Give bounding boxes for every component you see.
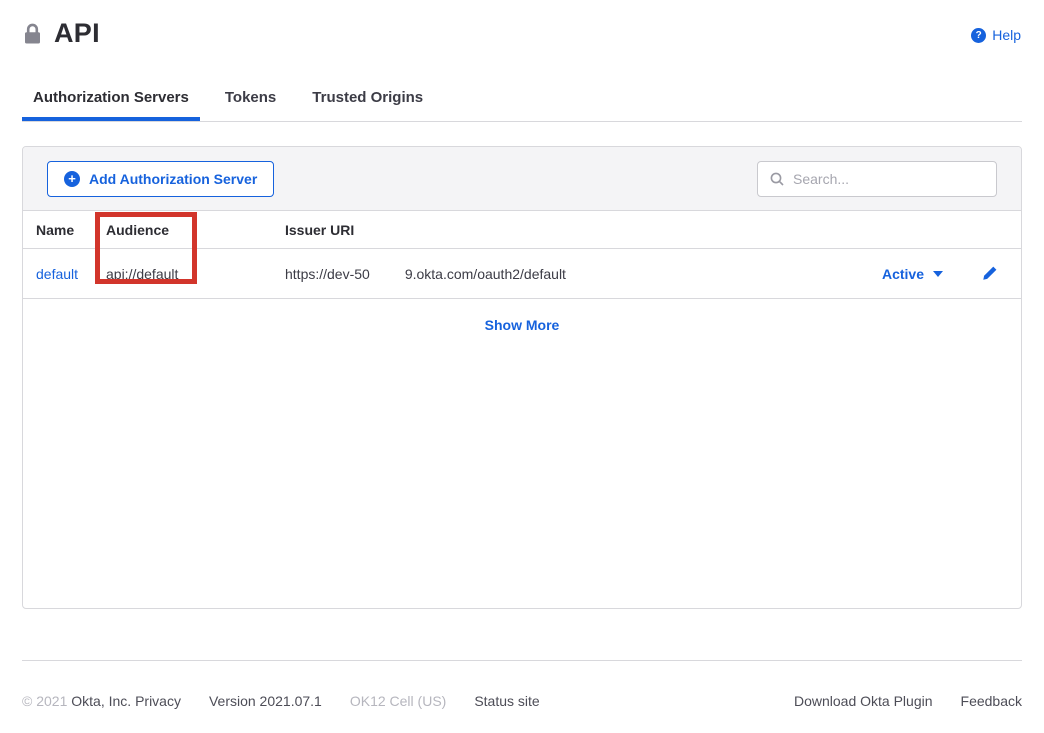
issuer-uri-part2: 9.okta.com/oauth2/default — [405, 266, 566, 282]
add-authorization-server-label: Add Authorization Server — [89, 171, 257, 187]
company-name: Okta, Inc. — [71, 693, 131, 709]
tab-trusted-origins[interactable]: Trusted Origins — [301, 88, 434, 121]
page-title: API — [54, 18, 100, 49]
download-okta-plugin-link[interactable]: Download Okta Plugin — [794, 693, 933, 709]
help-icon: ? — [971, 28, 986, 43]
cell-text: OK12 Cell (US) — [350, 693, 446, 709]
copyright-text: © 2021 Okta, Inc. Privacy — [22, 693, 181, 709]
column-header-name: Name — [36, 222, 106, 238]
help-link[interactable]: ? Help — [971, 27, 1021, 43]
issuer-uri-part1: https://dev-50 — [285, 266, 370, 282]
table-row: default api://default https://dev-50 9.o… — [23, 249, 1021, 299]
column-header-issuer-uri: Issuer URI — [285, 222, 1021, 238]
tab-bar: Authorization Servers Tokens Trusted Ori… — [22, 88, 1022, 122]
authorization-servers-panel: + Add Authorization Server Name Audience… — [22, 146, 1022, 609]
add-authorization-server-button[interactable]: + Add Authorization Server — [47, 161, 274, 197]
page-footer: © 2021 Okta, Inc. Privacy Version 2021.0… — [22, 660, 1022, 709]
panel-toolbar: + Add Authorization Server — [23, 147, 1021, 211]
copyright-year: © 2021 — [22, 693, 67, 709]
api-page: API ? Help Authorization Servers Tokens … — [0, 0, 1044, 733]
server-name-link[interactable]: default — [36, 266, 78, 282]
table-header-row: Name Audience Issuer URI — [23, 211, 1021, 249]
issuer-uri-value: https://dev-50 9.okta.com/oauth2/default — [285, 266, 882, 282]
search-input[interactable] — [793, 171, 984, 187]
tab-authorization-servers[interactable]: Authorization Servers — [22, 88, 200, 121]
help-label: Help — [992, 27, 1021, 43]
column-header-audience: Audience — [106, 222, 285, 238]
footer-left-group: © 2021 Okta, Inc. Privacy Version 2021.0… — [22, 693, 540, 709]
page-header: API ? Help — [0, 0, 1044, 48]
privacy-link[interactable]: Privacy — [135, 693, 181, 709]
status-dropdown[interactable]: Active — [882, 266, 943, 282]
audience-value: api://default — [106, 266, 285, 282]
search-icon — [770, 172, 784, 186]
show-more-link[interactable]: Show More — [485, 317, 560, 333]
version-text: Version 2021.07.1 — [209, 693, 322, 709]
tab-tokens[interactable]: Tokens — [214, 88, 287, 121]
chevron-down-icon — [933, 271, 943, 277]
footer-right-group: Download Okta Plugin Feedback — [794, 693, 1022, 709]
feedback-link[interactable]: Feedback — [961, 693, 1022, 709]
show-more-container: Show More — [23, 317, 1021, 335]
status-label: Active — [882, 266, 924, 282]
lock-icon — [24, 23, 41, 45]
search-box — [757, 161, 997, 197]
status-site-link[interactable]: Status site — [474, 693, 539, 709]
edit-pencil-icon[interactable] — [981, 265, 998, 282]
plus-circle-icon: + — [64, 171, 80, 187]
